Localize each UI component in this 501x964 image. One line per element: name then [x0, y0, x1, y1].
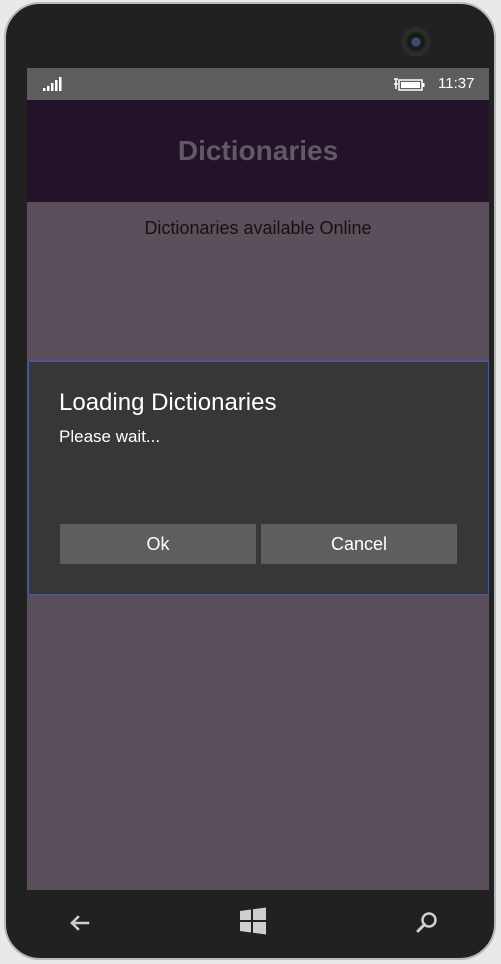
camera-lens	[400, 26, 432, 58]
back-arrow-icon[interactable]	[64, 908, 94, 938]
loading-dialog: Loading Dictionaries Please wait... Ok C…	[28, 361, 489, 595]
phone-device: 11:37 Dictionaries Dictionaries availabl…	[4, 2, 496, 960]
navigation-bar	[6, 890, 498, 960]
ok-button[interactable]: Ok	[60, 524, 256, 564]
battery-charging-icon	[394, 78, 425, 91]
status-bar: 11:37	[27, 68, 489, 100]
dialog-title: Loading Dictionaries	[59, 389, 277, 416]
windows-logo-icon[interactable]	[238, 906, 268, 936]
signal-strength-icon	[43, 77, 62, 91]
dictionaries-online-label: Dictionaries available Online	[144, 218, 372, 238]
app-header: Dictionaries	[27, 100, 489, 202]
search-icon[interactable]	[412, 908, 442, 938]
cancel-button[interactable]: Cancel	[261, 524, 457, 564]
phone-screen: 11:37 Dictionaries Dictionaries availabl…	[27, 68, 489, 890]
status-time: 11:37	[438, 75, 475, 92]
dialog-message: Please wait...	[59, 427, 161, 446]
page-title: Dictionaries	[177, 135, 339, 166]
